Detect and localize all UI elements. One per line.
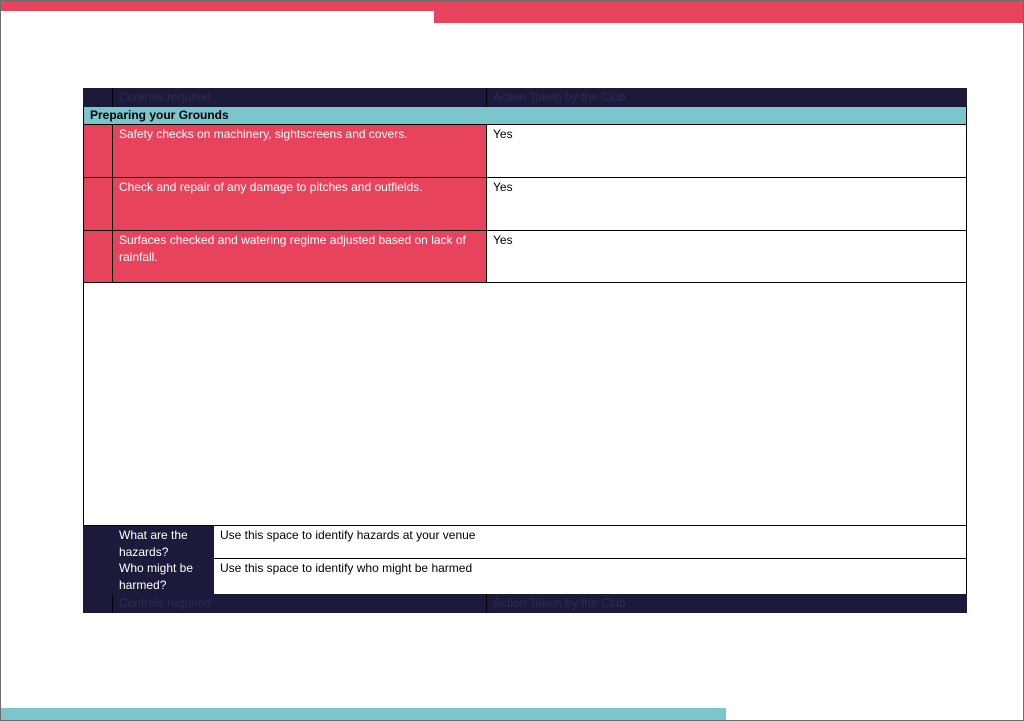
table-row: Check and repair of any damage to pitche…: [83, 178, 967, 231]
harmed-marker-cell: [83, 559, 113, 594]
section-title: Preparing your Grounds: [90, 108, 229, 122]
section-title-row: Preparing your Grounds: [83, 107, 967, 125]
header-marker-cell: [83, 594, 113, 613]
action-cell: Yes: [487, 125, 967, 178]
control-cell: Surfaces checked and watering regime adj…: [113, 231, 487, 283]
header-action-label: Action Taken by the Club: [487, 88, 967, 107]
hazards-row: What are the hazards? Use this space to …: [83, 525, 967, 559]
control-cell: Check and repair of any damage to pitche…: [113, 178, 487, 231]
header-controls-label: Controls required: [113, 88, 487, 107]
table-row: Surfaces checked and watering regime adj…: [83, 231, 967, 283]
header-marker-cell: [83, 88, 113, 107]
row-marker-cell: [83, 178, 113, 231]
hazards-label: What are the hazards?: [113, 526, 214, 559]
top-accent-bar-secondary: [434, 11, 1023, 23]
document-page: Controls required Action Taken by the Cl…: [0, 0, 1024, 721]
bottom-accent-bar: [1, 708, 726, 720]
row-marker-cell: [83, 125, 113, 178]
action-cell: Yes: [487, 178, 967, 231]
blank-table-area: [83, 283, 967, 525]
table-header-bottom: Controls required Action Taken by the Cl…: [83, 594, 967, 613]
harmed-label: Who might be harmed?: [113, 559, 214, 594]
hazards-marker-cell: [83, 526, 113, 559]
action-cell: Yes: [487, 231, 967, 283]
table-header-top: Controls required Action Taken by the Cl…: [83, 88, 967, 107]
table-row: Safety checks on machinery, sightscreens…: [83, 125, 967, 178]
harmed-value: Use this space to identify who might be …: [214, 559, 967, 594]
hazards-value: Use this space to identify hazards at yo…: [214, 526, 967, 559]
control-cell: Safety checks on machinery, sightscreens…: [113, 125, 487, 178]
harmed-row: Who might be harmed? Use this space to i…: [83, 559, 967, 594]
header-controls-label: Controls required: [113, 594, 487, 613]
row-marker-cell: [83, 231, 113, 283]
top-accent-bar: [1, 1, 1023, 11]
header-action-label: Action Taken by the Club: [487, 594, 967, 613]
